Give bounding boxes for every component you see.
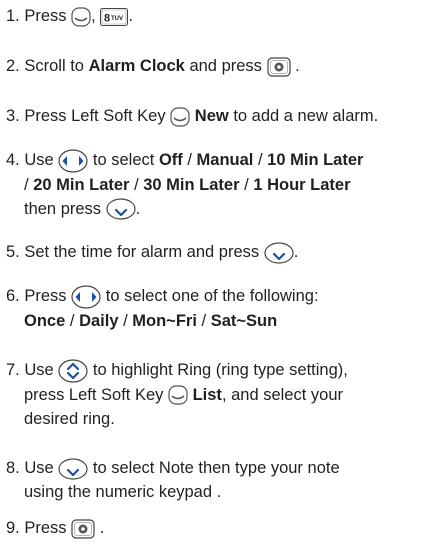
option-daily: Daily	[79, 311, 119, 330]
separator: /	[69, 311, 75, 330]
step-number: 3.	[6, 107, 20, 125]
left-right-nav-key-icon	[58, 149, 88, 173]
left-right-nav-key-icon	[71, 285, 101, 309]
step-5: 5. Set the time for alarm and press .	[6, 240, 435, 264]
down-nav-key-icon	[264, 242, 294, 264]
left-soft-key-icon	[170, 107, 190, 127]
up-down-nav-key-icon	[58, 359, 88, 383]
step-text: Press	[24, 287, 67, 305]
step-text: Set the time for alarm and press	[24, 243, 260, 261]
key-8-digit: 8	[104, 12, 110, 24]
option-1-hour-later: 1 Hour Later	[253, 175, 351, 194]
period: .	[295, 57, 300, 75]
step-7: 7. Use to highlight Ring (ring type sett…	[6, 358, 435, 431]
step-number: 9.	[6, 519, 20, 537]
period: .	[99, 519, 105, 537]
option-mon-fri: Mon~Fri	[132, 311, 197, 330]
step-number: 5.	[6, 243, 20, 261]
step-text: Scroll to	[24, 57, 84, 75]
step-text: to select one of the following:	[105, 287, 319, 305]
separator: /	[257, 151, 263, 169]
ok-key-icon	[266, 57, 291, 77]
step-text: Press Left Soft Key	[24, 107, 166, 125]
step-8: 8. Use to select Note then type your not…	[6, 456, 435, 504]
instruction-page: 1. Press , 8 TUV . 2. Scroll to Alarm Cl…	[0, 0, 439, 546]
step-text: using the numeric keypad .	[24, 483, 222, 501]
option-30-min-later: 30 Min Later	[143, 175, 240, 194]
step-number: 7.	[6, 361, 20, 379]
step-3: 3. Press Left Soft Key New to add a new …	[6, 104, 435, 128]
step-number: 4.	[6, 151, 20, 169]
option-10-min-later: 10 Min Later	[267, 151, 364, 169]
step-text: then press	[24, 199, 102, 218]
step-text: and press	[189, 57, 262, 75]
step-text: desired ring.	[24, 409, 115, 428]
step-number: 6.	[6, 287, 20, 305]
step-number: 2.	[6, 57, 20, 75]
step-text: to select	[92, 151, 155, 169]
step-number: 1.	[6, 7, 20, 25]
key-8-letters: TUV	[111, 16, 123, 22]
separator: /	[24, 175, 29, 194]
step-text: Use	[24, 361, 54, 379]
step-text: Press	[24, 519, 67, 537]
step-text: to add a new alarm.	[233, 107, 379, 125]
step-text: press Left Soft Key	[24, 385, 164, 404]
soft-key-label-new: New	[194, 107, 229, 125]
ok-key-icon	[71, 519, 95, 539]
step-text: to highlight Ring (ring type setting),	[92, 361, 348, 379]
left-soft-key-icon	[168, 385, 188, 405]
step-2: 2. Scroll to Alarm Clock and press .	[6, 54, 435, 78]
separator: /	[187, 151, 192, 169]
separator: /	[123, 311, 128, 330]
period: .	[128, 7, 133, 25]
down-nav-key-icon	[58, 458, 88, 480]
step-number: 8.	[6, 459, 20, 477]
step-text: , and select your	[221, 385, 344, 404]
soft-key-label-list: List	[192, 385, 222, 404]
comma: ,	[91, 7, 96, 25]
option-off: Off	[158, 151, 183, 169]
step-1: 1. Press , 8 TUV .	[6, 4, 435, 28]
down-nav-key-icon	[106, 198, 136, 220]
step-text: Use	[24, 459, 54, 477]
step-6: 6. Press to select one of the following:…	[6, 284, 435, 333]
option-sat-sun: Sat~Sun	[210, 311, 278, 330]
step-4: 4. Use to select Off / Manual / 10 Min L…	[6, 148, 435, 221]
option-manual: Manual	[196, 151, 254, 169]
step-9: 9. Press .	[6, 516, 435, 540]
period: .	[293, 243, 299, 261]
option-20-min-later: 20 Min Later	[33, 175, 130, 194]
period: .	[135, 199, 141, 218]
separator: /	[134, 175, 139, 194]
step-text: Use	[24, 151, 54, 169]
step-text: Press	[24, 7, 67, 25]
left-soft-key-icon	[71, 7, 91, 27]
separator: /	[244, 175, 249, 194]
step-text: to select Note then type your note	[92, 459, 340, 477]
separator: /	[201, 311, 207, 330]
option-once: Once	[24, 311, 66, 330]
key-8-tuv-icon: 8 TUV	[100, 7, 129, 26]
menu-name-alarm-clock: Alarm Clock	[88, 57, 185, 75]
